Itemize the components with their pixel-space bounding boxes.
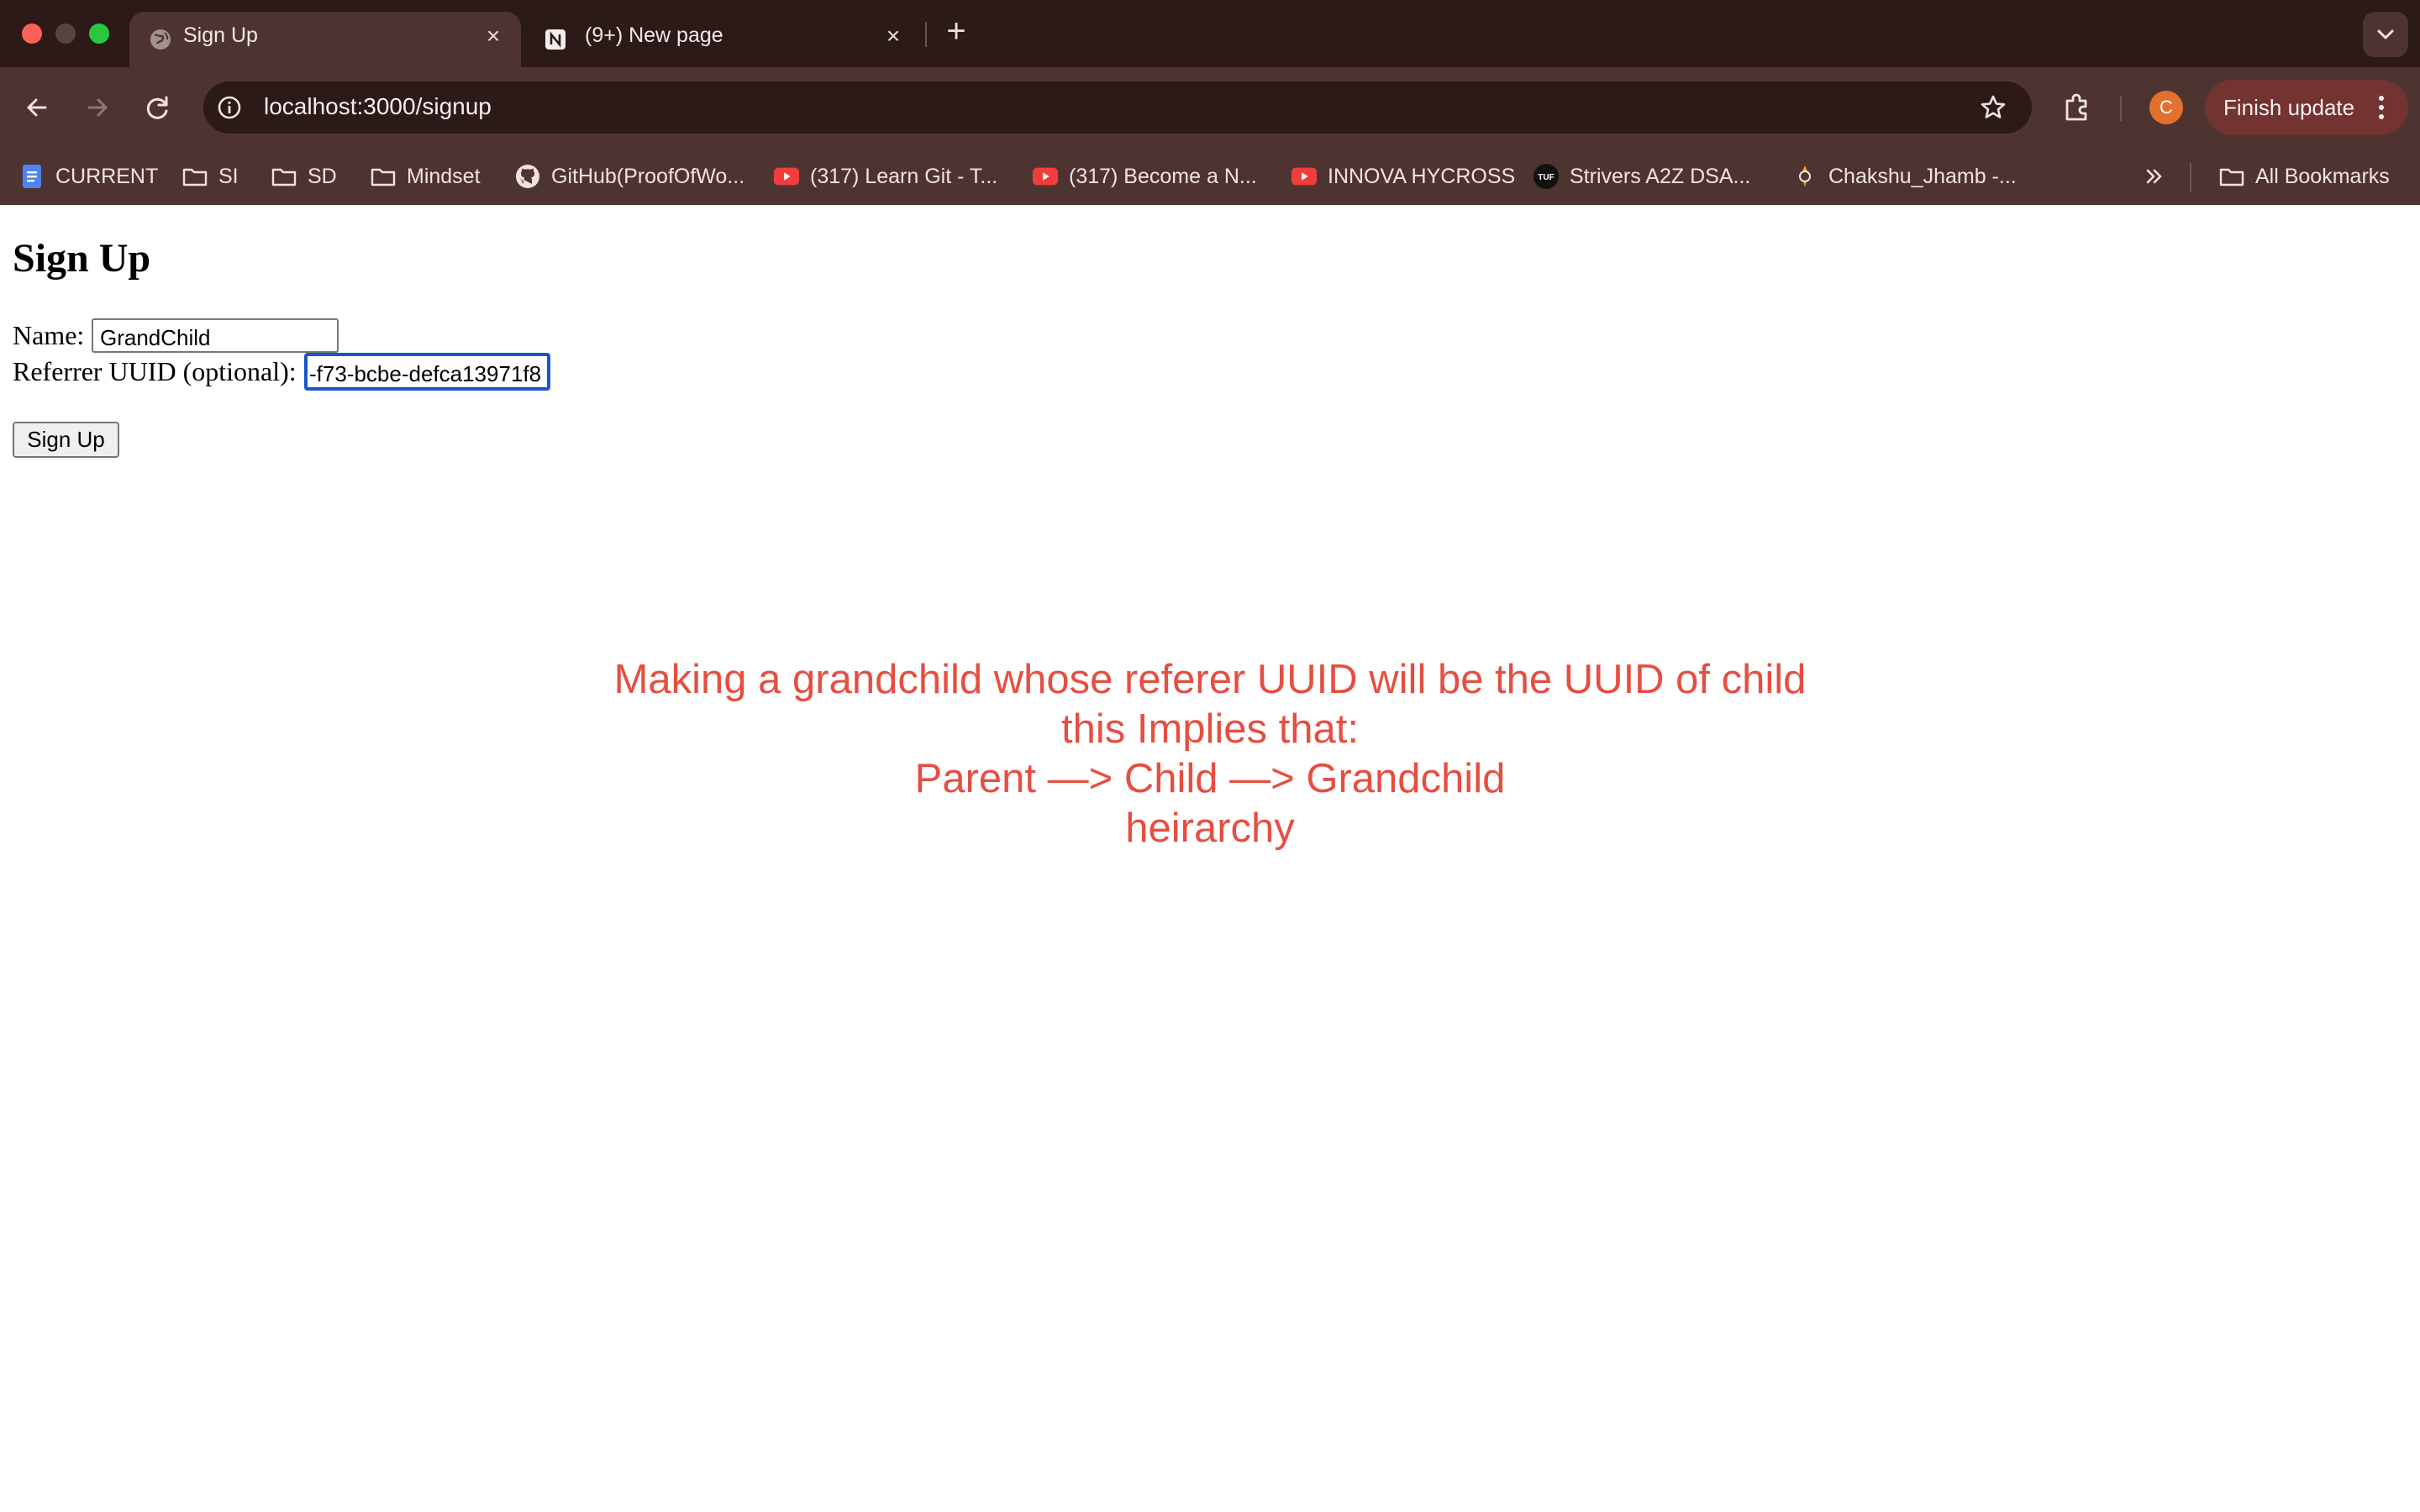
address-bar[interactable]: localhost:3000/signup bbox=[203, 81, 2032, 134]
browser-toolbar: localhost:3000/signup C Finish update bbox=[0, 67, 2420, 148]
name-field[interactable]: GrandChild bbox=[92, 318, 339, 353]
bookmark-youtube-become[interactable]: (317) Become a N... bbox=[1032, 161, 1257, 192]
annotation-line: Parent —> Child —> Grandchild bbox=[914, 756, 1506, 801]
annotation-line: heirarchy bbox=[1125, 806, 1295, 851]
referrer-uuid-label: Referrer UUID (optional): bbox=[13, 356, 297, 386]
plus-icon[interactable]: + bbox=[939, 14, 973, 49]
site-info-icon[interactable] bbox=[215, 93, 244, 122]
bookmark-label: SI bbox=[218, 164, 239, 188]
folder-icon bbox=[370, 163, 397, 190]
name-label: Name: bbox=[13, 320, 85, 350]
bookmark-label: CURRENT bbox=[55, 164, 159, 188]
chevron-down-icon bbox=[2377, 29, 2394, 39]
github-icon bbox=[514, 163, 541, 190]
notion-icon bbox=[545, 29, 566, 50]
bookmark-folder-sd[interactable]: SD bbox=[271, 161, 337, 192]
bookmark-current[interactable]: CURRENT bbox=[18, 161, 158, 192]
tab-title: (9+) New page bbox=[585, 24, 723, 47]
page-title: Sign Up bbox=[13, 236, 151, 281]
youtube-icon bbox=[773, 163, 800, 190]
more-vertical-icon bbox=[2379, 96, 2384, 119]
bookmark-youtube-innova[interactable]: INNOVA HYCROSS bbox=[1291, 161, 1515, 192]
bookmark-folder-si[interactable]: SI bbox=[182, 161, 239, 192]
url-text: localhost:3000/signup bbox=[264, 93, 492, 119]
bookmark-label: SD bbox=[308, 164, 337, 188]
tuf-icon: TUF bbox=[1533, 163, 1560, 190]
reload-icon[interactable] bbox=[136, 86, 180, 129]
profile-avatar[interactable]: C bbox=[2149, 91, 2183, 124]
chevron-double-right-icon[interactable] bbox=[2141, 163, 2168, 190]
finish-update-label: Finish update bbox=[2223, 95, 2355, 120]
bookmarks-bar: CURRENT SI SD Mindset GitHub(ProofOfWo..… bbox=[0, 148, 2420, 205]
tab-strip: Sign Up × (9+) New page × + bbox=[0, 0, 2420, 67]
bookmark-youtube-learn-git[interactable]: (317) Learn Git - T... bbox=[773, 161, 997, 192]
tab-sign-up[interactable]: Sign Up × bbox=[129, 12, 521, 67]
bookmark-star-icon[interactable] bbox=[1978, 92, 2008, 123]
sign-up-button[interactable]: Sign Up bbox=[13, 422, 119, 458]
tab-new-page[interactable]: (9+) New page × bbox=[529, 12, 921, 67]
youtube-icon bbox=[1291, 163, 1318, 190]
folder-icon bbox=[271, 163, 297, 190]
youtube-icon bbox=[1032, 163, 1059, 190]
finish-update-button[interactable]: Finish update bbox=[2205, 80, 2408, 135]
extensions-puzzle-icon[interactable] bbox=[2059, 89, 2096, 126]
bookmark-folder-mindset[interactable]: Mindset bbox=[370, 161, 481, 192]
docs-icon bbox=[18, 163, 45, 190]
bookmark-label: Strivers A2Z DSA... bbox=[1570, 164, 1751, 188]
folder-icon bbox=[2218, 163, 2245, 190]
bookmark-label: GitHub(ProofOfWo... bbox=[551, 164, 745, 188]
bookmarks-divider bbox=[2190, 163, 2191, 192]
bookmark-label: (317) Become a N... bbox=[1069, 164, 1257, 188]
bookmark-label: (317) Learn Git - T... bbox=[810, 164, 998, 188]
close-tab-icon[interactable]: × bbox=[481, 24, 506, 49]
annotation-note: Making a grandchild whose referer UUID w… bbox=[454, 655, 1966, 853]
bookmark-strivers[interactable]: TUF Strivers A2Z DSA... bbox=[1533, 161, 1750, 192]
tab-title: Sign Up bbox=[183, 24, 258, 47]
bookmark-label: Chakshu_Jhamb -... bbox=[1828, 164, 2017, 188]
annotation-line: Making a grandchild whose referer UUID w… bbox=[613, 657, 1807, 702]
globe-icon bbox=[150, 29, 171, 50]
bookmark-github[interactable]: GitHub(ProofOfWo... bbox=[514, 161, 744, 192]
referrer-uuid-field[interactable]: -f73-bcbe-defca13971f8 bbox=[304, 353, 550, 391]
tab-search-button[interactable] bbox=[2363, 12, 2408, 57]
bookmark-label: INNOVA HYCROSS bbox=[1328, 164, 1516, 188]
back-arrow-icon[interactable] bbox=[15, 86, 59, 129]
user-badge-icon bbox=[1791, 163, 1818, 190]
bookmark-label: Mindset bbox=[407, 164, 481, 188]
annotation-line: this Implies that: bbox=[1060, 706, 1360, 752]
svg-text:TUF: TUF bbox=[1538, 173, 1554, 182]
bookmark-chakshu[interactable]: Chakshu_Jhamb -... bbox=[1791, 161, 2017, 192]
close-tab-icon[interactable]: × bbox=[881, 24, 906, 49]
fullscreen-window-button[interactable] bbox=[89, 24, 109, 44]
tab-divider bbox=[925, 22, 927, 47]
close-window-button[interactable] bbox=[22, 24, 42, 44]
minimize-window-button[interactable] bbox=[55, 24, 76, 44]
forward-arrow-icon[interactable] bbox=[76, 86, 119, 129]
all-bookmarks-label: All Bookmarks bbox=[2255, 164, 2390, 188]
all-bookmarks[interactable]: All Bookmarks bbox=[2218, 161, 2390, 192]
folder-icon bbox=[182, 163, 208, 190]
referrer-uuid-value: -f73-bcbe-defca13971f8 bbox=[309, 361, 542, 386]
name-field-value: GrandChild bbox=[100, 325, 211, 350]
toolbar-divider bbox=[2120, 96, 2122, 121]
